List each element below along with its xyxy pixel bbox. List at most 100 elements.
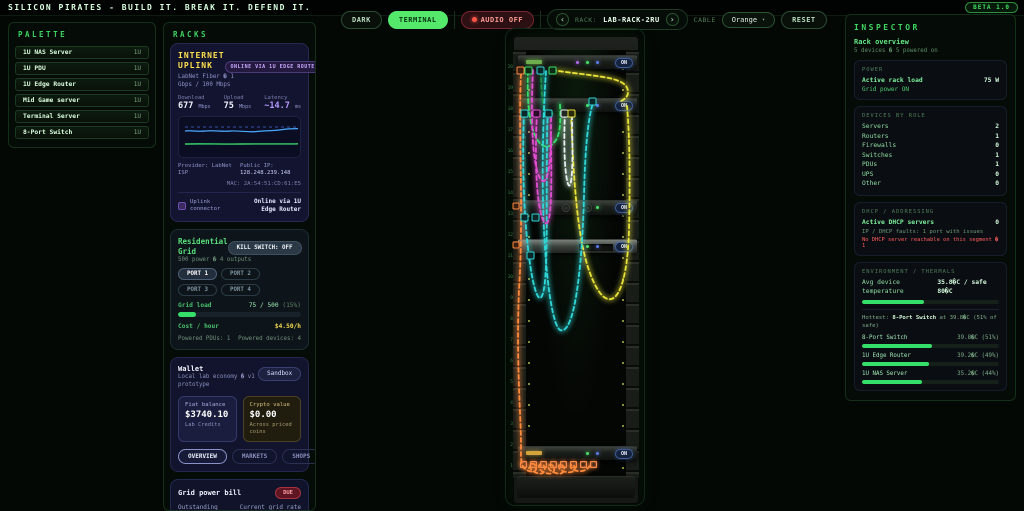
- role-row-servers: Servers2: [862, 122, 999, 131]
- led-blue: [596, 245, 599, 248]
- rack-cavity: [526, 50, 626, 478]
- chevron-right-icon[interactable]: ›: [666, 13, 679, 26]
- rack-device-server[interactable]: ON: [518, 239, 637, 253]
- palette-item-mid-game-server[interactable]: Mid Game server 1U: [15, 94, 149, 107]
- crypto-label: Crypto value: [250, 402, 295, 408]
- palette-item-size: 1U: [134, 113, 141, 120]
- pdu-outlet[interactable]: [570, 461, 577, 468]
- power-toggle[interactable]: ON: [615, 101, 633, 111]
- uplink-connector-label: Uplink connector: [190, 199, 232, 214]
- pdu-outlets: [520, 461, 597, 468]
- public-ip-label: Public IP:: [240, 163, 301, 171]
- rack-device-pdu[interactable]: ON: [518, 446, 637, 460]
- pdu-outlet[interactable]: [550, 461, 557, 468]
- wallet-tabs: OVERVIEW MARKETS SHOPS: [178, 449, 301, 464]
- role-row-firewalls: Firewalls0: [862, 141, 999, 150]
- wallet-subtitle: Local lab economy � v1 prototype: [178, 374, 258, 390]
- uplink-traffic-sparkline: [178, 116, 301, 158]
- public-ip-value: 128.248.239.148: [240, 170, 301, 178]
- audio-toggle-button[interactable]: AUDIO OFF: [461, 11, 534, 29]
- pdu-outlet[interactable]: [580, 461, 587, 468]
- uplink-connector[interactable]: Uplink connector: [178, 199, 232, 214]
- palette-item-label: 1U NAS Server: [23, 49, 72, 56]
- palette-item-size: 1U: [134, 129, 141, 136]
- pdu-outlet[interactable]: [560, 461, 567, 468]
- rail-holes-left: [528, 50, 530, 478]
- role-row-switches: Switches1: [862, 151, 999, 160]
- uplink-public-ip: Public IP: 128.248.239.148: [240, 163, 301, 179]
- uplink-mac: MAC: 2A:54:51:CD:61:E5: [178, 181, 301, 187]
- rack-unit-number: 8: [505, 309, 513, 330]
- rack-unit-number: 16: [505, 141, 513, 162]
- dark-mode-button[interactable]: DARK: [341, 11, 382, 29]
- crypto-value: $0.00: [250, 410, 295, 420]
- dhcp-servers-value: 0: [995, 218, 999, 227]
- sandbox-badge: Sandbox: [258, 367, 301, 381]
- led-blue: [596, 61, 599, 64]
- palette-item-label: Mid Game server: [23, 97, 80, 104]
- rack-unit-number: 6: [505, 351, 513, 372]
- grid-port-4-tab[interactable]: PORT 4: [221, 284, 260, 296]
- active-rack-load-label: Active rack load: [862, 76, 923, 85]
- power-toggle[interactable]: ON: [615, 58, 633, 68]
- palette-item-terminal-server[interactable]: Terminal Server 1U: [15, 110, 149, 123]
- palette-item-pdu[interactable]: 1U PDU 1U: [15, 62, 149, 75]
- rack-selector: ‹ RACK: LAB-RACK-2RU ›: [547, 9, 688, 30]
- inspector-header: INSPECTOR: [854, 23, 1007, 32]
- rack-device-switch-top[interactable]: ON: [518, 55, 637, 69]
- rack-base: [517, 476, 635, 498]
- led-purple: [576, 61, 579, 64]
- dhcp-faults: IP / DHCP faults: 1 port with issues: [862, 229, 999, 235]
- grid-port-1-tab[interactable]: PORT 1: [178, 268, 217, 280]
- led-green: [596, 206, 599, 209]
- rack-unit-number: 13: [505, 204, 513, 225]
- power-toggle[interactable]: ON: [615, 242, 633, 252]
- devices-by-role-box: DEVICES BY ROLE Servers2 Routers1 Firewa…: [854, 106, 1007, 195]
- rack-rail-left: [513, 50, 526, 478]
- power-toggle[interactable]: ON: [615, 203, 633, 213]
- palette-item-8-port-switch[interactable]: 8-Port Switch 1U: [15, 126, 149, 139]
- tab-shops[interactable]: SHOPS: [282, 449, 316, 464]
- led-green: [586, 61, 589, 64]
- pdu-outlet[interactable]: [540, 461, 547, 468]
- grid-subtitle: 500 power � 4 outputs: [178, 257, 301, 263]
- cable-color-select[interactable]: Orange ▾: [722, 12, 775, 28]
- led-blue: [596, 104, 599, 107]
- role-row-pdus: PDUs1: [862, 160, 999, 169]
- wallet-title: Wallet: [178, 365, 258, 373]
- kill-switch-button[interactable]: KILL SWITCH: OFF: [228, 241, 302, 255]
- chevron-left-icon[interactable]: ‹: [556, 13, 569, 26]
- grid-port-2-tab[interactable]: PORT 2: [221, 268, 260, 280]
- pdu-outlet[interactable]: [590, 461, 597, 468]
- palette-item-size: 1U: [134, 49, 141, 56]
- grid-port-3-tab[interactable]: PORT 3: [178, 284, 217, 296]
- bill-outstanding: Outstanding $4.98: [178, 504, 218, 511]
- rack-device-switch-mid[interactable]: ON: [518, 98, 637, 112]
- stat-value: 677: [178, 101, 193, 111]
- tab-overview[interactable]: OVERVIEW: [178, 449, 227, 464]
- pdu-outlet[interactable]: [520, 461, 527, 468]
- reset-button[interactable]: RESET: [781, 11, 827, 29]
- device-label-patch: [526, 60, 542, 64]
- pdu-outlet[interactable]: [530, 461, 537, 468]
- power-toggle[interactable]: ON: [615, 449, 633, 459]
- palette-item-edge-router[interactable]: 1U Edge Router 1U: [15, 78, 149, 91]
- led-green: [586, 245, 589, 248]
- terminal-mode-button[interactable]: TERMINAL: [388, 11, 448, 29]
- toolbar-divider: [540, 11, 541, 29]
- rack-overview-sub: 5 devices � 5 powered on: [854, 48, 1007, 54]
- audio-toggle-label: AUDIO OFF: [481, 16, 523, 24]
- uplink-upload-stat: Upload 75 Mbps: [224, 95, 251, 111]
- bill-rate: Current grid rate $4.50/h Lifetime paid:…: [239, 504, 301, 511]
- palette-item-label: 1U Edge Router: [23, 81, 76, 88]
- tab-markets[interactable]: MARKETS: [232, 449, 277, 464]
- rail-holes-right: [622, 50, 624, 478]
- dhcp-box-label: DHCP / ADDRESSING: [862, 209, 999, 215]
- rack-device-server-fans[interactable]: ON: [518, 200, 637, 215]
- racks-panel: RACKS INTERNET UPLINK ONLINE VIA 1U EDGE…: [163, 22, 316, 511]
- uplink-connector-status: Online via 1U Edge Router: [239, 198, 301, 214]
- thermal-row-edge-router: 1U Edge Router39.2�C (49%): [862, 353, 999, 359]
- outstanding-label: Outstanding: [178, 504, 218, 511]
- rack-unit-number: 3: [505, 414, 513, 435]
- palette-item-nas-server[interactable]: 1U NAS Server 1U: [15, 46, 149, 59]
